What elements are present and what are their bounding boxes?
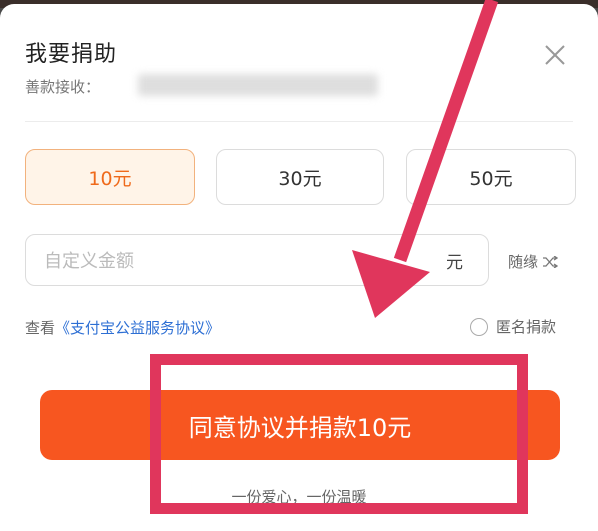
random-amount-button[interactable]: 随缘 xyxy=(508,251,559,272)
donate-button[interactable]: 同意协议并捐款10元 xyxy=(40,390,560,460)
radio-icon[interactable] xyxy=(470,317,488,336)
amount-option-50[interactable]: 50元 xyxy=(406,149,576,205)
custom-amount-field[interactable] xyxy=(25,234,489,286)
anonymous-donation-toggle[interactable]: 匿名捐款 xyxy=(470,316,556,337)
agreement-link[interactable]: 《支付宝公益服务协议》 xyxy=(55,319,220,337)
currency-unit: 元 xyxy=(446,253,463,273)
amount-option-10[interactable]: 10元 xyxy=(25,149,195,205)
donation-sheet: 我要捐助 善款接收： 10元 30元 50元 元 随缘 查看《支付宝公益服务协议… xyxy=(0,4,598,531)
anonymous-label: 匿名捐款 xyxy=(496,318,557,336)
slogan: 一份爱心，一份温暖 xyxy=(231,488,367,506)
amount-option-30[interactable]: 30元 xyxy=(216,149,384,205)
close-icon[interactable] xyxy=(540,40,570,70)
sheet-title: 我要捐助 xyxy=(25,42,118,67)
shuffle-icon xyxy=(543,255,559,268)
agreement-row: 查看《支付宝公益服务协议》 xyxy=(25,317,220,338)
receiver-name-blurred xyxy=(138,74,378,96)
divider xyxy=(25,121,573,122)
receiver-label: 善款接收： xyxy=(25,78,101,96)
custom-amount-input[interactable] xyxy=(42,245,426,277)
agreement-prefix: 查看 xyxy=(25,319,56,337)
random-amount-label: 随缘 xyxy=(508,253,539,271)
